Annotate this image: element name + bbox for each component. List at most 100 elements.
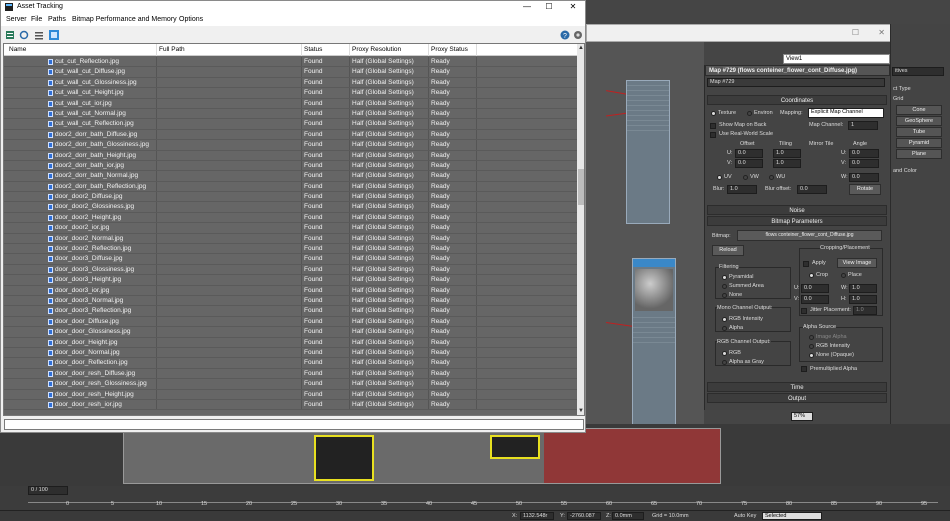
tube-button[interactable]: Tube bbox=[896, 127, 942, 137]
table-row[interactable]: door_door3_Reflection.jpg Found Half (Glob… bbox=[4, 306, 577, 317]
table-row[interactable]: door2_dorr_bath_Normal.jpg Found Half (Glo… bbox=[4, 171, 577, 182]
scrollbar-thumb[interactable] bbox=[578, 169, 584, 205]
minimize-button[interactable]: — bbox=[516, 1, 538, 14]
command-category-select[interactable]: itives bbox=[892, 67, 944, 76]
column-divider[interactable] bbox=[428, 44, 429, 56]
material-editor-maximize-icon[interactable]: ☐ bbox=[852, 28, 859, 37]
view-select[interactable]: View1 bbox=[783, 54, 890, 64]
column-divider[interactable] bbox=[301, 44, 302, 56]
table-row[interactable]: door_door3_Height.jpg Found Half (Global S… bbox=[4, 275, 577, 286]
asset-table[interactable]: Name Full Path Status Proxy Resolution P… bbox=[3, 43, 585, 416]
table-row[interactable]: cut_cut_Reflection.jpg Found Half (Global … bbox=[4, 57, 577, 68]
w-angle-field[interactable]: 0.0 bbox=[849, 173, 879, 182]
apply-checkbox[interactable] bbox=[803, 261, 809, 267]
table-row[interactable]: door_door_resh_Glossiness.jpg Found Half (… bbox=[4, 379, 577, 390]
alpha-as-gray-radio[interactable] bbox=[722, 360, 727, 365]
table-row[interactable]: door_door2_ior.jpg Found Half (Global Sett… bbox=[4, 223, 577, 234]
x-coordinate[interactable]: 1132.548r bbox=[520, 512, 554, 520]
table-row[interactable]: cut_wall_cut_Glossiness.jpg Found Half (Gl… bbox=[4, 77, 577, 89]
bitmap-parameters-rollout[interactable]: Bitmap Parameters bbox=[707, 216, 887, 226]
mono-alpha-radio[interactable] bbox=[722, 326, 727, 331]
crop-h-field[interactable]: 1.0 bbox=[849, 295, 877, 304]
geosphere-button[interactable]: GeoSphere bbox=[896, 116, 942, 126]
mapping-select[interactable]: Explicit Map Channel bbox=[808, 108, 884, 118]
material-node-bottom[interactable] bbox=[632, 258, 676, 428]
blur-field[interactable]: 1.0 bbox=[727, 185, 757, 194]
zoom-field[interactable]: 57% bbox=[791, 412, 813, 421]
refresh-icon[interactable] bbox=[19, 30, 29, 40]
column-proxy-status[interactable]: Proxy Status bbox=[431, 46, 468, 53]
blur-offset-field[interactable]: 0.0 bbox=[797, 185, 827, 194]
frame-counter[interactable]: 0 / 100 bbox=[28, 486, 68, 495]
table-row[interactable]: door2_dorr_bath_Diffuse.jpg Found Half (Gl… bbox=[4, 129, 577, 141]
table-row[interactable]: door_door2_Height.jpg Found Half (Global S… bbox=[4, 212, 577, 224]
use-real-world-checkbox[interactable] bbox=[710, 132, 716, 138]
table-row[interactable]: door_door3_ior.jpg Found Half (Global Sett… bbox=[4, 285, 577, 296]
z-coordinate[interactable]: 0.0mm bbox=[612, 512, 644, 520]
selection-set-select[interactable]: Selected bbox=[762, 512, 822, 520]
timeline-track[interactable] bbox=[28, 495, 938, 503]
table-row[interactable]: door_door_Normal.jpg Found Half (Global Se… bbox=[4, 347, 577, 359]
table-row[interactable]: door_door_Height.jpg Found Half (Global Se… bbox=[4, 337, 577, 348]
output-rollout[interactable]: Output bbox=[707, 393, 887, 403]
environ-radio[interactable] bbox=[747, 111, 752, 116]
view-image-button[interactable]: View Image bbox=[837, 258, 877, 268]
noise-rollout[interactable]: Noise bbox=[707, 205, 887, 215]
table-row[interactable]: door_door3_Diffuse.jpg Found Half (Global … bbox=[4, 254, 577, 265]
menu-server[interactable]: Server bbox=[6, 16, 27, 23]
table-row[interactable]: door_door_resh_ior.jpg Found Half (Global … bbox=[4, 399, 577, 411]
list-icon[interactable] bbox=[34, 30, 44, 40]
table-row[interactable]: cut_wall_cut_ior.jpg Found Half (Global Se… bbox=[4, 98, 577, 109]
plane-button[interactable]: Plane bbox=[896, 149, 942, 159]
crop-u-field[interactable]: 0.0 bbox=[801, 284, 829, 293]
menu-paths[interactable]: Paths bbox=[48, 16, 66, 23]
alpha-rgb-intensity-radio[interactable] bbox=[809, 344, 814, 349]
close-button[interactable]: ✕ bbox=[562, 1, 584, 14]
menu-file[interactable]: File bbox=[31, 16, 42, 23]
v-offset-field[interactable]: 0.0 bbox=[735, 159, 763, 168]
column-status[interactable]: Status bbox=[304, 46, 322, 53]
image-alpha-radio[interactable] bbox=[809, 335, 814, 340]
slate-material-view[interactable] bbox=[586, 24, 704, 428]
pyramidal-radio[interactable] bbox=[722, 275, 727, 280]
u-offset-field[interactable]: 0.0 bbox=[735, 149, 763, 158]
menu-options[interactable]: Options bbox=[179, 16, 203, 23]
map-channel-field[interactable]: 1 bbox=[848, 121, 878, 130]
column-name[interactable]: Name bbox=[9, 46, 26, 53]
table-row[interactable]: door_door_Reflection.jpg Found Half (Globa… bbox=[4, 358, 577, 369]
time-rollout[interactable]: Time bbox=[707, 382, 887, 392]
pyramid-button[interactable]: Pyramid bbox=[896, 138, 942, 148]
column-divider[interactable] bbox=[156, 44, 157, 56]
table-row[interactable]: door2_dorr_bath_Reflection.jpg Found Half … bbox=[4, 181, 577, 193]
material-editor-close-icon[interactable]: ✕ bbox=[878, 28, 885, 37]
material-node-top[interactable] bbox=[626, 80, 670, 224]
v-angle-field[interactable]: 0.0 bbox=[849, 159, 879, 168]
options-icon[interactable] bbox=[573, 30, 583, 40]
rgb-radio[interactable] bbox=[722, 351, 727, 356]
table-row[interactable]: door_door3_Normal.jpg Found Half (Global S… bbox=[4, 295, 577, 307]
uv-radio[interactable] bbox=[717, 175, 722, 180]
jitter-field[interactable]: 1.0 bbox=[853, 306, 877, 315]
y-coordinate[interactable]: -2760.087 bbox=[567, 512, 601, 520]
rotate-button[interactable]: Rotate bbox=[849, 184, 881, 195]
none-opaque-radio[interactable] bbox=[809, 353, 814, 358]
premultiplied-checkbox[interactable] bbox=[801, 366, 807, 372]
table-row[interactable]: door_door_Glossiness.jpg Found Half (Globa… bbox=[4, 327, 577, 338]
table-row[interactable]: door_door2_Reflection.jpg Found Half (Glob… bbox=[4, 244, 577, 255]
summed-area-radio[interactable] bbox=[722, 284, 727, 289]
bitmap-path-button[interactable]: flows conteiner_flower_cont_Diffuse.jpg bbox=[737, 230, 882, 241]
table-row[interactable]: door_door_resh_Diffuse.jpg Found Half (Glo… bbox=[4, 368, 577, 380]
table-row[interactable]: door_door2_Glossiness.jpg Found Half (Glob… bbox=[4, 202, 577, 213]
vw-radio[interactable] bbox=[743, 175, 748, 180]
vertical-scrollbar[interactable]: ▲ ▼ bbox=[577, 44, 584, 415]
column-divider[interactable] bbox=[349, 44, 350, 56]
crop-v-field[interactable]: 0.0 bbox=[801, 295, 829, 304]
path-field[interactable] bbox=[4, 419, 584, 430]
cone-button[interactable]: Cone bbox=[896, 105, 942, 115]
mono-rgb-intensity-radio[interactable] bbox=[722, 317, 727, 322]
timeline[interactable]: 0 / 100 0 5 10 15 20 25 30 35 40 45 50 55 60 65 70 75 80… bbox=[0, 486, 950, 510]
scroll-up-icon[interactable]: ▲ bbox=[577, 44, 584, 52]
filter-none-radio[interactable] bbox=[722, 293, 727, 298]
help-icon[interactable]: ? bbox=[560, 30, 570, 40]
viewport-scene[interactable] bbox=[123, 428, 721, 484]
